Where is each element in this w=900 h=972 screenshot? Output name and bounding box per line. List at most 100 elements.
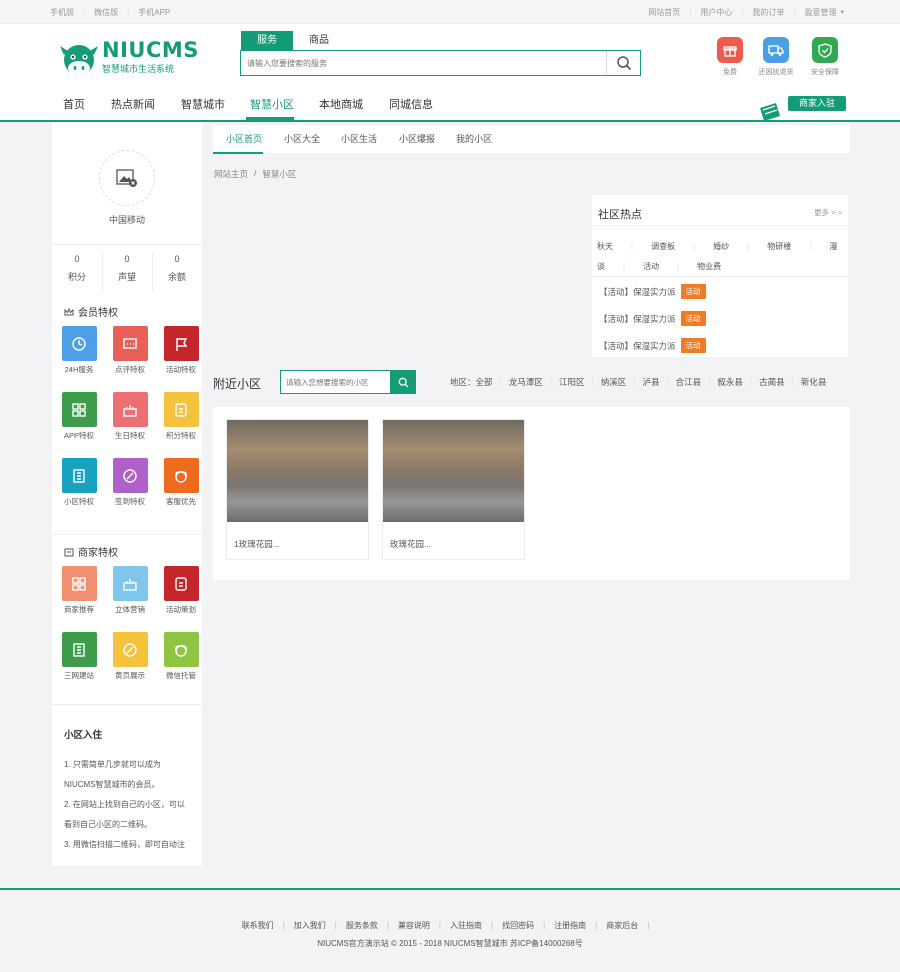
community-photo — [227, 420, 368, 522]
subnav-community-report[interactable]: 小区爆报 — [399, 132, 435, 145]
footer-link[interactable]: 加入我们 — [294, 920, 326, 931]
grid-privilege-tile[interactable]: APP特权 — [55, 392, 103, 441]
hot-tag[interactable]: 物业费 — [697, 262, 721, 271]
area-filter-item[interactable]: 纳溪区 — [601, 376, 627, 388]
footer-link[interactable]: 商家后台 — [606, 920, 638, 931]
page-privilege-tile[interactable]: 黄页展示 — [106, 632, 154, 681]
nav-item-smart-community[interactable]: 智慧小区 — [250, 96, 294, 112]
nav-item-smart-city[interactable]: 智慧城市 — [181, 96, 225, 112]
footer-link[interactable]: 找回密码 — [502, 920, 534, 931]
tag-separator: | — [631, 242, 634, 251]
points-value: 0 — [74, 254, 80, 264]
area-filter-item[interactable]: 叙永县 — [717, 376, 743, 388]
coin-privilege-tile[interactable]: 积分特权 — [157, 392, 205, 441]
community-card[interactable]: 1玫瑰花园... — [226, 419, 369, 560]
compass-icon — [112, 458, 148, 493]
area-separator: | — [666, 376, 669, 386]
hot-tag[interactable]: 调查板 — [651, 242, 675, 251]
subnav-my-community[interactable]: 我的小区 — [456, 132, 492, 145]
footer-link[interactable]: 服务条款 — [346, 920, 378, 931]
activity-badge: 活动 — [680, 311, 706, 326]
footer-link[interactable]: 注册指南 — [554, 920, 586, 931]
user-sidebar: 中国移动 0 积分 0 声望 0 余额 会员特权 24H服务 点评特权 活动特权 APP特权… — [52, 122, 202, 866]
points-stat[interactable]: 0 积分 — [52, 254, 102, 283]
hot-more-link[interactable]: 更多 > > — [814, 207, 842, 218]
nav-item-news[interactable]: 热点新闻 — [111, 96, 155, 112]
community-card[interactable]: 玫瑰花园... — [382, 419, 525, 560]
network-privilege-tile[interactable]: 三网建站 — [55, 632, 103, 681]
store-icon — [64, 548, 74, 556]
hot-tag[interactable]: 活动 — [643, 262, 659, 271]
user-center-link[interactable]: 用户中心 — [700, 7, 732, 18]
footer-link[interactable]: 联系我们 — [242, 920, 274, 931]
balance-stat[interactable]: 0 余额 — [152, 254, 202, 283]
birthday-cake-privilege-tile[interactable]: 生日特权 — [106, 392, 154, 441]
points-label: 积分 — [67, 272, 86, 282]
site-logo[interactable]: NIUCMS 智慧城市生活系统 — [58, 38, 198, 82]
search-tab-service[interactable]: 服务 — [241, 31, 293, 50]
search-tab-goods[interactable]: 商品 — [293, 31, 345, 50]
hot-item[interactable]: 【活动】保湿实力派 活动 — [599, 311, 706, 326]
hot-tag[interactable]: 秋天 — [597, 242, 613, 251]
divider — [592, 276, 848, 277]
footer-separator: | — [647, 921, 650, 930]
area-filter-item[interactable]: 新化县 — [801, 376, 827, 388]
footer-link[interactable]: 入驻指南 — [450, 920, 482, 931]
hot-item[interactable]: 【活动】保湿实力派 活动 — [599, 284, 706, 299]
nav-item-home[interactable]: 首页 — [63, 96, 85, 112]
mobile-app-link[interactable]: 手机APP — [138, 7, 170, 18]
reputation-stat[interactable]: 0 声望 — [102, 254, 152, 283]
mobile-version-link[interactable]: 手机版 — [50, 7, 74, 18]
area-filter-item[interactable]: 龙马潭区 — [509, 376, 543, 388]
area-separator: | — [791, 376, 794, 386]
privilege-label: 黄页展示 — [115, 671, 145, 680]
area-filter-item[interactable]: 合江县 — [676, 376, 702, 388]
area-filter: 地区：全部 | 龙马潭区 | 江阳区 | 纳溪区 | 泸县 | 合江县 | 叙永县 | 古蔺县 | 新化县 — [450, 376, 826, 388]
shop-privilege-tile[interactable]: 商家推荐 — [55, 566, 103, 615]
compass-privilege-tile[interactable]: 签到特权 — [106, 458, 154, 507]
nav-item-city-info[interactable]: 同城信息 — [389, 96, 433, 112]
hot-tag[interactable]: 物研楼 — [767, 242, 791, 251]
privilege-label: 微信托管 — [166, 671, 196, 680]
activity-badge: 活动 — [680, 284, 706, 299]
logo-text: NIUCMS — [102, 38, 199, 62]
area-filter-item[interactable]: 古蔺县 — [759, 376, 785, 388]
admin-menu[interactable]: 盈意管理 — [804, 7, 836, 18]
hot-item-title: 【活动】保湿实力派 — [599, 313, 676, 324]
subnav-community-list[interactable]: 小区大全 — [284, 132, 320, 145]
security-badge[interactable]: 安全保障 — [795, 37, 855, 77]
headset-privilege-tile[interactable]: 客服优先 — [157, 458, 205, 507]
my-orders-link[interactable]: 我的订单 — [752, 7, 784, 18]
area-filter-item[interactable]: 泸县 — [642, 376, 659, 388]
area-all-filter[interactable]: 地区：全部 — [450, 376, 493, 388]
footer-separator: | — [543, 921, 546, 930]
hot-tags: 秋天 | 调查板 | 婚纱 | 物研楼 | 漫谈 | 活动 | 物业费 — [597, 237, 843, 277]
search-input[interactable] — [247, 55, 597, 71]
area-filter-item[interactable]: 江阳区 — [559, 376, 585, 388]
crown-icon — [64, 307, 74, 315]
footer-separator: | — [386, 921, 389, 930]
site-home-link[interactable]: 网站首页 — [648, 7, 680, 18]
merchant-join-button[interactable]: 商家入驻 — [788, 96, 846, 111]
building-privilege-tile[interactable]: 小区特权 — [55, 458, 103, 507]
flag-privilege-tile[interactable]: 活动特权 — [157, 326, 205, 375]
wechat-privilege-tile[interactable]: 微信托管 — [157, 632, 205, 681]
search-button[interactable] — [606, 51, 640, 75]
hot-tag[interactable]: 婚纱 — [713, 242, 729, 251]
sparkle-privilege-tile[interactable]: 活动策划 — [157, 566, 205, 615]
hot-item[interactable]: 【活动】保湿实力派 活动 — [599, 338, 706, 353]
operator-name: 中国移动 — [108, 215, 145, 225]
comment-privilege-tile[interactable]: 点评特权 — [106, 326, 154, 375]
subnav-community-home[interactable]: 小区首页 — [226, 132, 262, 145]
wechat-version-link[interactable]: 微信版 — [94, 7, 118, 18]
breadcrumb-home[interactable]: 网站主页 — [214, 168, 248, 180]
subnav-community-life[interactable]: 小区生活 — [341, 132, 377, 145]
avatar[interactable] — [99, 150, 155, 206]
footer-link[interactable]: 兼容说明 — [398, 920, 430, 931]
nearby-search-input[interactable] — [286, 375, 390, 389]
nav-item-local-mall[interactable]: 本地商城 — [319, 96, 363, 112]
clock-privilege-tile[interactable]: 24H服务 — [55, 326, 103, 375]
community-subnav: 小区首页 小区大全 小区生活 小区爆报 我的小区 — [213, 125, 850, 154]
nearby-search-button[interactable] — [390, 370, 416, 394]
target-privilege-tile[interactable]: 立体营销 — [106, 566, 154, 615]
